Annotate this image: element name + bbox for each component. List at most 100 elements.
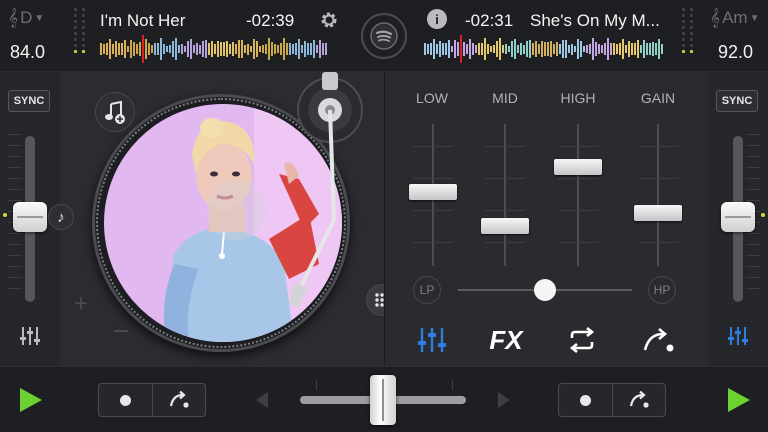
record-dot-icon xyxy=(580,394,591,406)
top-bar: 𝄞 D ▼ 84.0 I'm Not Her -02:39 i -02:31 S… xyxy=(0,0,768,72)
deck-b-key[interactable]: 𝄞 Am ▼ xyxy=(710,8,759,28)
deck-a-tonearm[interactable] xyxy=(290,70,370,310)
deck-b-waveform[interactable] xyxy=(424,34,666,64)
waveform-bar xyxy=(589,44,591,54)
waveform-bar xyxy=(136,43,138,55)
waveform-bar xyxy=(541,41,543,57)
play-icon xyxy=(20,388,42,412)
waveform-bar xyxy=(238,39,240,59)
deck-a-bpm[interactable]: 84.0 xyxy=(10,42,45,63)
waveform-bar xyxy=(658,38,660,60)
deck-a-load-track-button[interactable] xyxy=(95,92,135,132)
deck-b-play-button[interactable] xyxy=(726,386,752,419)
deck-a-minus-icon[interactable] xyxy=(114,330,128,332)
waveform-bar xyxy=(277,45,279,53)
waveform-bar xyxy=(109,39,111,59)
deck-b-track-title: She's On My M... xyxy=(530,11,660,30)
fx-button[interactable]: FX xyxy=(486,322,526,358)
sampler-jump-icon[interactable] xyxy=(638,322,678,358)
eq-tick xyxy=(558,242,598,243)
waveform-bar xyxy=(529,40,531,58)
deck-a-music-note-button[interactable]: ♪ xyxy=(48,204,74,230)
eq-gain-knob[interactable] xyxy=(634,205,682,222)
jump-arrow-icon xyxy=(169,391,189,408)
waveform-bar xyxy=(223,41,225,57)
crossfader-right-arrow-icon[interactable] xyxy=(498,392,510,408)
deck-a-key-label: D xyxy=(20,8,33,27)
deck-a-record-cue-button[interactable] xyxy=(99,384,152,416)
deck-a-sync-button[interactable]: SYNC xyxy=(8,90,50,112)
waveform-bar xyxy=(493,45,495,53)
deck-a-eq-sliders-icon[interactable] xyxy=(16,322,44,350)
deck-b-pitch-slider-handle[interactable] xyxy=(721,202,755,232)
deck-a-plus-icon[interactable]: + xyxy=(74,290,88,318)
spotify-logo-icon[interactable] xyxy=(361,13,407,59)
crossfader-left-arrow-icon[interactable] xyxy=(256,392,268,408)
waveform-bar xyxy=(553,44,555,54)
loop-icon[interactable] xyxy=(562,322,602,358)
waveform-bar xyxy=(211,41,213,57)
deck-b-jump-button[interactable] xyxy=(612,384,665,416)
eq-mid-knob[interactable] xyxy=(481,218,529,235)
deck-a-time-remaining: -02:39 xyxy=(246,11,295,30)
waveform-bar xyxy=(178,44,180,54)
deck-a-jump-button[interactable] xyxy=(152,384,205,416)
deck-b-record-cue-button[interactable] xyxy=(559,384,612,416)
settings-gear-icon[interactable] xyxy=(318,9,340,31)
eq-tick xyxy=(485,146,525,147)
waveform-bar xyxy=(265,44,267,54)
waveform-bar xyxy=(427,43,429,55)
eq-mode-sliders-icon[interactable] xyxy=(412,322,452,358)
waveform-bar xyxy=(439,41,441,57)
waveform-bar xyxy=(106,43,108,55)
eq-tick xyxy=(485,178,525,179)
waveform-bar xyxy=(127,45,129,53)
chevron-down-icon: ▼ xyxy=(34,12,45,24)
eq-high-knob[interactable] xyxy=(554,158,602,175)
waveform-bar xyxy=(181,44,183,54)
eq-low-knob[interactable] xyxy=(409,184,457,201)
deck-a-play-button[interactable] xyxy=(18,386,44,419)
waveform-bar xyxy=(241,40,243,58)
filter-hp-label: HP xyxy=(648,276,676,304)
waveform-bar xyxy=(499,38,501,60)
waveform-bar xyxy=(244,44,246,54)
eq-low-label: LOW xyxy=(416,90,448,106)
waveform-bar xyxy=(283,38,285,60)
deck-a-key[interactable]: 𝄞 D ▼ xyxy=(8,8,44,28)
waveform-bar xyxy=(559,44,561,54)
chevron-down-icon: ▼ xyxy=(749,12,760,24)
waveform-bar xyxy=(436,43,438,55)
deck-a-pitch-slider-handle[interactable] xyxy=(13,202,47,232)
waveform-bar xyxy=(253,38,255,60)
waveform-bar xyxy=(151,44,153,54)
waveform-bar xyxy=(523,44,525,54)
deck-b-sync-button[interactable]: SYNC xyxy=(716,90,758,112)
waveform-bar xyxy=(286,43,288,55)
deck-a-waveform[interactable] xyxy=(100,34,330,64)
jump-arrow-icon xyxy=(629,391,649,408)
waveform-bar xyxy=(115,41,117,57)
deck-b-bpm[interactable]: 92.0 xyxy=(718,42,753,63)
waveform-bar xyxy=(313,40,315,58)
waveform-bar xyxy=(319,39,321,59)
filter-knob[interactable] xyxy=(534,279,556,301)
info-icon[interactable]: i xyxy=(427,9,447,29)
waveform-bar xyxy=(325,43,327,55)
waveform-bar xyxy=(649,43,651,55)
eq-tick xyxy=(638,178,678,179)
deck-a-spindle-overlay xyxy=(206,180,266,240)
waveform-bar xyxy=(148,42,150,56)
waveform-bar xyxy=(187,40,189,58)
waveform-bar xyxy=(451,45,453,53)
crossfader-handle[interactable] xyxy=(370,375,396,425)
deck-b-eq-sliders-icon[interactable] xyxy=(724,322,752,350)
waveform-bar xyxy=(172,41,174,57)
music-note-icon: ♪ xyxy=(57,208,65,226)
waveform-bar xyxy=(652,41,654,56)
waveform-bar xyxy=(490,45,492,53)
waveform-bar xyxy=(502,44,504,54)
waveform-bar xyxy=(301,45,303,53)
waveform-bar xyxy=(184,45,186,53)
deck-b-key-label: Am xyxy=(722,8,748,27)
